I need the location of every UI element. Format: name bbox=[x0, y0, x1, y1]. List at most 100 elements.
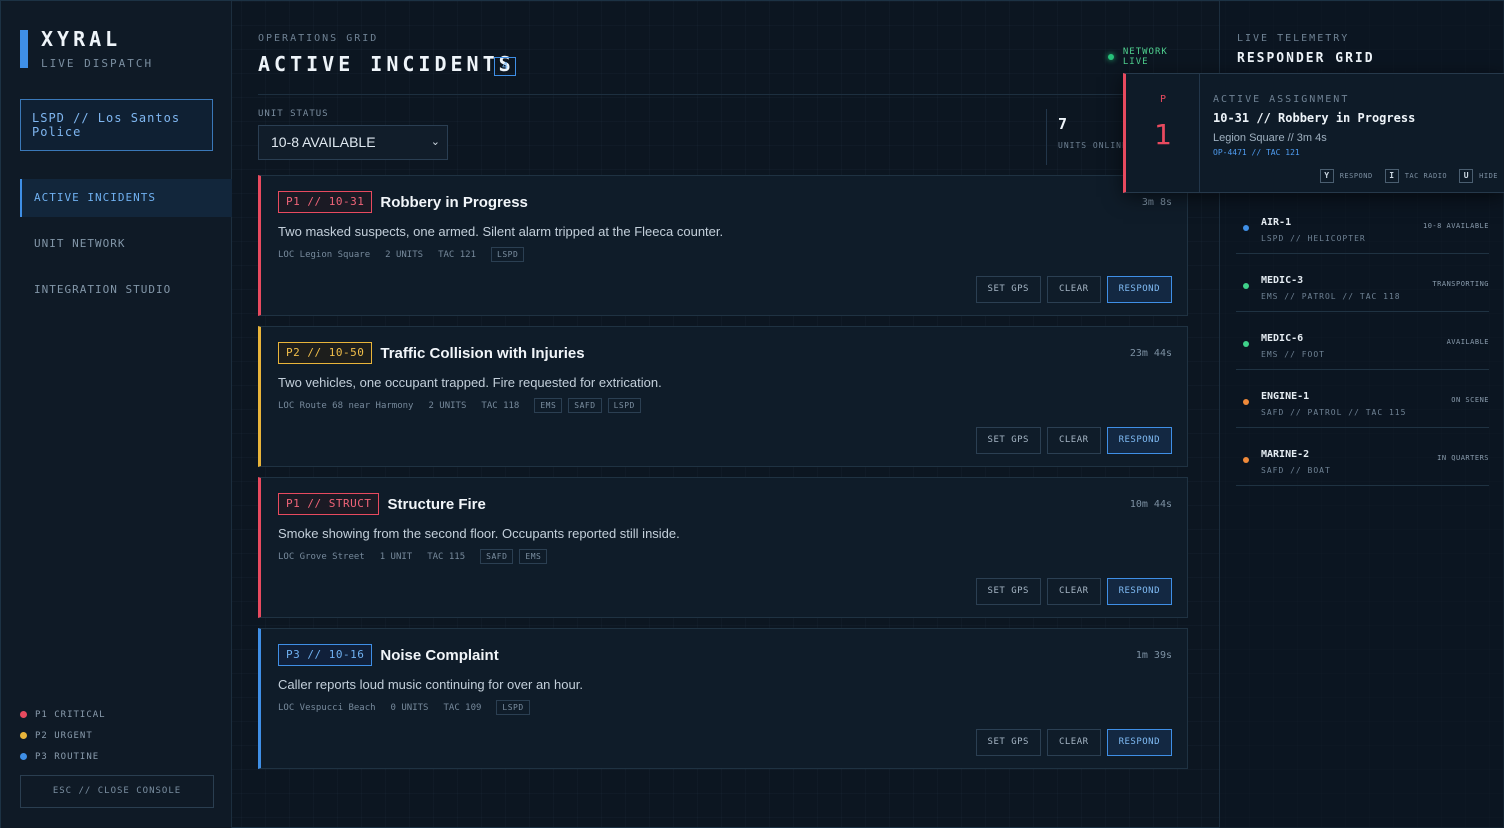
tac-radio-key[interactable]: I bbox=[1384, 169, 1399, 183]
incident-card[interactable]: P2 // 10-50 Traffic Collision with Injur… bbox=[258, 326, 1188, 467]
responder-item[interactable]: ENGINE-1 SAFD // PATROL // TAC 115 ON SC… bbox=[1236, 370, 1489, 428]
p3-dot-icon bbox=[20, 753, 27, 760]
incident-tac: TAC 121 bbox=[438, 249, 476, 260]
set-gps-button[interactable]: SET GPS bbox=[975, 276, 1041, 303]
units-online-count: 7 bbox=[1058, 115, 1068, 133]
legend-item-p3: P3 ROUTINE bbox=[20, 746, 106, 767]
incident-card[interactable]: P1 // STRUCT Structure Fire 10m 44s Smok… bbox=[258, 477, 1188, 618]
hide-key[interactable]: U bbox=[1459, 169, 1474, 183]
responder-detail: EMS // PATROL // TAC 118 bbox=[1261, 292, 1401, 301]
active-assignment-popup[interactable]: P 1 ACTIVE ASSIGNMENT 10-31 // Robbery i… bbox=[1123, 73, 1504, 193]
set-gps-button[interactable]: SET GPS bbox=[975, 729, 1041, 756]
main-panel: OPERATIONS GRID ACTIVE INCIDENTS 4 NETWO… bbox=[258, 1, 1198, 828]
agency-selector[interactable]: LSPD // Los Santos Police bbox=[20, 99, 213, 151]
hide-key-label: HIDE bbox=[1479, 172, 1498, 180]
incident-units: 0 UNITS bbox=[390, 702, 429, 713]
popup-title: 10-31 // Robbery in Progress bbox=[1213, 111, 1416, 125]
responder-item[interactable]: MEDIC-3 EMS // PATROL // TAC 118 TRANSPO… bbox=[1236, 254, 1489, 312]
brand-subtitle: LIVE DISPATCH bbox=[41, 57, 154, 70]
responder-name: MARINE-2 bbox=[1261, 449, 1310, 460]
incident-meta: LOC Legion Square 2 UNITS TAC 121 LSPD bbox=[278, 247, 530, 262]
responder-item[interactable]: MARINE-2 SAFD // BOAT IN QUARTERS bbox=[1236, 428, 1489, 486]
respond-button[interactable]: RESPOND bbox=[1106, 729, 1172, 756]
incident-location: LOC Vespucci Beach bbox=[278, 702, 376, 713]
status-dot-icon bbox=[1243, 225, 1249, 231]
incident-list: P1 // 10-31 Robbery in Progress 3m 8s Tw… bbox=[258, 175, 1188, 779]
incident-actions: SET GPS CLEAR RESPOND bbox=[970, 276, 1172, 303]
responder-status: IN QUARTERS bbox=[1437, 454, 1489, 462]
units-online-label: UNITS ONLINE bbox=[1058, 141, 1128, 150]
responder-name: AIR-1 bbox=[1261, 217, 1292, 228]
incident-header: P2 // 10-50 Traffic Collision with Injur… bbox=[278, 342, 585, 364]
units-online-stat: 7 UNITS ONLINE bbox=[1046, 109, 1128, 165]
unit-status-value: 10-8 AVAILABLE bbox=[271, 134, 376, 150]
respond-button[interactable]: RESPOND bbox=[1106, 578, 1172, 605]
responder-status: TRANSPORTING bbox=[1432, 280, 1489, 288]
incident-count-badge: 4 bbox=[494, 57, 516, 76]
incident-header: P1 // STRUCT Structure Fire bbox=[278, 493, 486, 515]
set-gps-button[interactable]: SET GPS bbox=[975, 427, 1041, 454]
respond-key[interactable]: Y bbox=[1319, 169, 1334, 183]
agency-tag: LSPD bbox=[491, 247, 525, 262]
incident-location: LOC Route 68 near Harmony bbox=[278, 400, 414, 411]
incident-elapsed-time: 1m 39s bbox=[1135, 650, 1172, 661]
clear-button[interactable]: CLEAR bbox=[1046, 427, 1101, 454]
unit-status-select[interactable]: 10-8 AVAILABLE ⌄ bbox=[258, 125, 448, 160]
legend-label: P1 CRITICAL bbox=[35, 709, 106, 720]
agency-tag: EMS bbox=[534, 398, 563, 413]
brand: XYRAL LIVE DISPATCH bbox=[20, 27, 220, 71]
telemetry-eyebrow: LIVE TELEMETRY bbox=[1237, 33, 1350, 44]
chevron-down-icon: ⌄ bbox=[430, 136, 440, 148]
incident-elapsed-time: 23m 44s bbox=[1129, 348, 1172, 359]
respond-button[interactable]: RESPOND bbox=[1106, 276, 1172, 303]
clear-button[interactable]: CLEAR bbox=[1046, 276, 1101, 303]
responder-detail: LSPD // HELICOPTER bbox=[1261, 234, 1366, 243]
incident-code-badge: P2 // 10-50 bbox=[278, 342, 373, 364]
clear-button[interactable]: CLEAR bbox=[1046, 729, 1101, 756]
nav-item-integration-studio[interactable]: INTEGRATION STUDIO bbox=[20, 271, 232, 309]
incident-units: 1 UNIT bbox=[379, 551, 413, 562]
tac-radio-key-label: TAC RADIO bbox=[1404, 172, 1448, 180]
legend-item-p2: P2 URGENT bbox=[20, 725, 106, 746]
responder-item[interactable]: MEDIC-6 EMS // FOOT AVAILABLE bbox=[1236, 312, 1489, 370]
incident-card[interactable]: P3 // 10-16 Noise Complaint 1m 39s Calle… bbox=[258, 628, 1188, 769]
responder-name: ENGINE-1 bbox=[1261, 391, 1310, 402]
popup-priority-letter: P bbox=[1159, 94, 1167, 105]
responder-status: 10-8 AVAILABLE bbox=[1422, 222, 1489, 230]
legend-label: P2 URGENT bbox=[35, 730, 93, 741]
agency-tag: EMS bbox=[519, 549, 548, 564]
incident-actions: SET GPS CLEAR RESPOND bbox=[970, 729, 1172, 756]
agency-tag: SAFD bbox=[480, 549, 514, 564]
nav-item-active-incidents[interactable]: ACTIVE INCIDENTS bbox=[20, 179, 232, 217]
incident-meta: LOC Route 68 near Harmony 2 UNITS TAC 11… bbox=[278, 398, 647, 413]
incident-description: Smoke showing from the second floor. Occ… bbox=[278, 526, 680, 541]
popup-operation-id: OP-4471 // TAC 121 bbox=[1213, 148, 1300, 157]
incident-title: Noise Complaint bbox=[380, 646, 499, 664]
incident-description: Caller reports loud music continuing for… bbox=[278, 677, 583, 692]
incident-elapsed-time: 3m 8s bbox=[1141, 197, 1172, 208]
network-status: NETWORK LIVE bbox=[1108, 47, 1198, 67]
popup-priority: P 1 bbox=[1126, 74, 1200, 192]
incident-tac: TAC 109 bbox=[443, 702, 482, 713]
responder-status: AVAILABLE bbox=[1446, 338, 1489, 346]
popup-eyebrow: ACTIVE ASSIGNMENT bbox=[1213, 94, 1350, 105]
incident-tac: TAC 118 bbox=[481, 400, 520, 411]
incident-actions: SET GPS CLEAR RESPOND bbox=[970, 427, 1172, 454]
sidebar: XYRAL LIVE DISPATCH LSPD // Los Santos P… bbox=[1, 1, 232, 828]
incident-description: Two vehicles, one occupant trapped. Fire… bbox=[278, 375, 662, 390]
incident-card[interactable]: P1 // 10-31 Robbery in Progress 3m 8s Tw… bbox=[258, 175, 1188, 316]
incident-units: 2 UNITS bbox=[428, 400, 467, 411]
set-gps-button[interactable]: SET GPS bbox=[975, 578, 1041, 605]
incident-header: P1 // 10-31 Robbery in Progress bbox=[278, 191, 528, 213]
responder-list: AIR-1 LSPD // HELICOPTER 10-8 AVAILABLE … bbox=[1236, 196, 1489, 486]
clear-button[interactable]: CLEAR bbox=[1046, 578, 1101, 605]
legend-label: P3 ROUTINE bbox=[35, 751, 100, 762]
responder-item[interactable]: AIR-1 LSPD // HELICOPTER 10-8 AVAILABLE bbox=[1236, 196, 1489, 254]
nav-item-unit-network[interactable]: UNIT NETWORK bbox=[20, 225, 232, 263]
respond-button[interactable]: RESPOND bbox=[1106, 427, 1172, 454]
close-console-button[interactable]: ESC // CLOSE CONSOLE bbox=[20, 775, 214, 808]
responder-status: ON SCENE bbox=[1451, 396, 1489, 404]
incident-location: LOC Legion Square bbox=[278, 249, 371, 260]
incident-code-badge: P1 // STRUCT bbox=[278, 493, 380, 515]
legend-item-p1: P1 CRITICAL bbox=[20, 704, 106, 725]
